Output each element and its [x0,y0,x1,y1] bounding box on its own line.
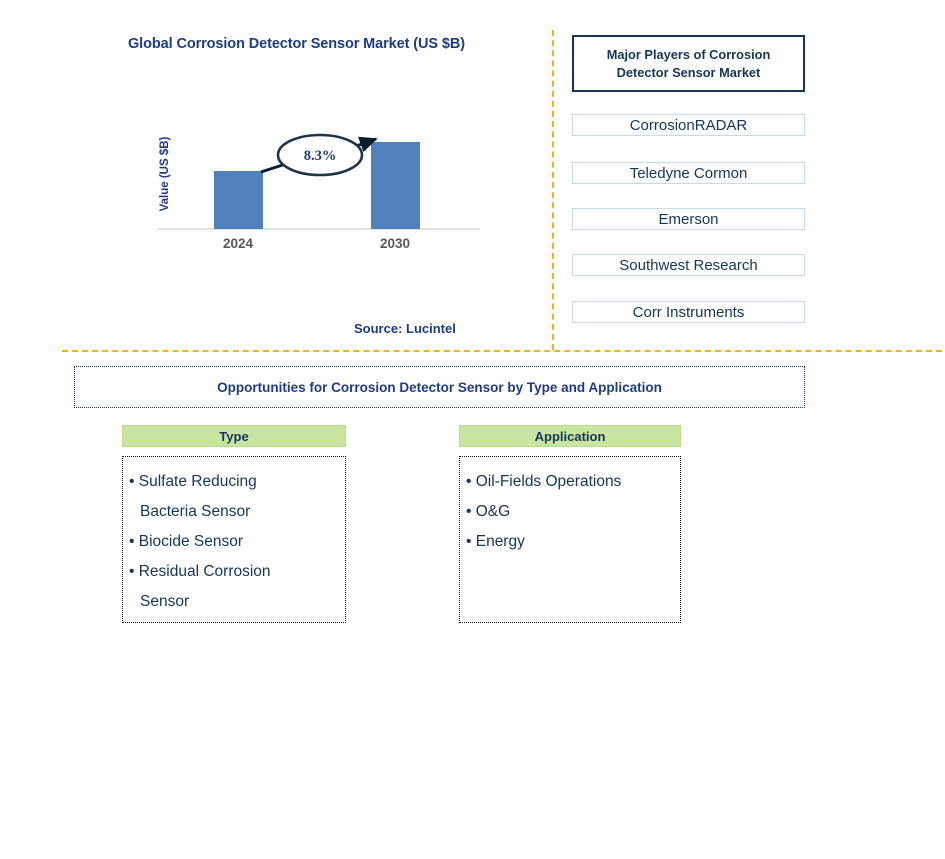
list-item: • Sulfate Reducing [129,473,257,490]
major-players-header: Major Players of Corrosion Detector Sens… [572,35,805,92]
x-tick-2024: 2024 [223,236,254,251]
column-header-label: Application [534,428,606,444]
cagr-label: 8.3% [304,148,337,164]
bar-2030 [371,142,420,229]
bar-2024 [214,171,263,229]
list-item: • Residual Corrosion [129,563,271,580]
player-item-corrosionradar[interactable]: CorrosionRADAR [572,114,805,136]
major-players-header-text: Major Players of Corrosion Detector Sens… [607,46,771,81]
bar-chart-svg: Value (US $B) 8.3% 2024 2030 [158,133,480,251]
source-note: Source: Lucintel [354,321,456,336]
list-item: • Energy [466,533,525,550]
horizontal-divider [62,350,942,352]
player-label: Corr Instruments [632,303,745,321]
player-label: CorrosionRADAR [629,116,748,134]
list-item: • O&G [466,503,511,520]
market-bar-chart: Value (US $B) 8.3% 2024 2030 [150,112,490,262]
vertical-divider [552,30,554,350]
player-label: Emerson [658,210,719,228]
player-label: Teledyne Cormon [629,164,748,182]
player-item-southwest-research[interactable]: Southwest Research [572,254,805,276]
player-item-emerson[interactable]: Emerson [572,208,805,230]
list-item: • Oil-Fields Operations [466,473,622,490]
infographic-canvas: Global Corrosion Detector Sensor Market … [0,0,945,859]
column-header-label: Type [219,428,249,444]
list-item: • Biocide Sensor [129,533,243,550]
player-item-corr-instruments[interactable]: Corr Instruments [572,301,805,323]
list-item-continuation: Sensor [140,593,190,610]
column-header-type: Type [122,425,346,447]
opportunities-banner: Opportunities for Corrosion Detector Sen… [74,366,805,408]
y-axis-label: Value (US $B) [159,136,171,211]
column-box-type: • Sulfate Reducing Bacteria Sensor • Bio… [122,456,346,623]
player-item-teledyne-cormon[interactable]: Teledyne Cormon [572,162,805,184]
chart-title: Global Corrosion Detector Sensor Market … [128,36,465,52]
x-tick-2030: 2030 [380,236,410,251]
player-label: Southwest Research [619,256,758,274]
column-box-application: • Oil-Fields Operations • O&G • Energy [459,456,681,623]
major-players-header-line2: Detector Sensor Market [616,64,761,80]
list-item-continuation: Bacteria Sensor [140,503,251,520]
major-players-header-line1: Major Players of Corrosion [606,47,771,63]
opportunities-banner-text: Opportunities for Corrosion Detector Sen… [217,379,662,395]
column-header-application: Application [459,425,681,447]
